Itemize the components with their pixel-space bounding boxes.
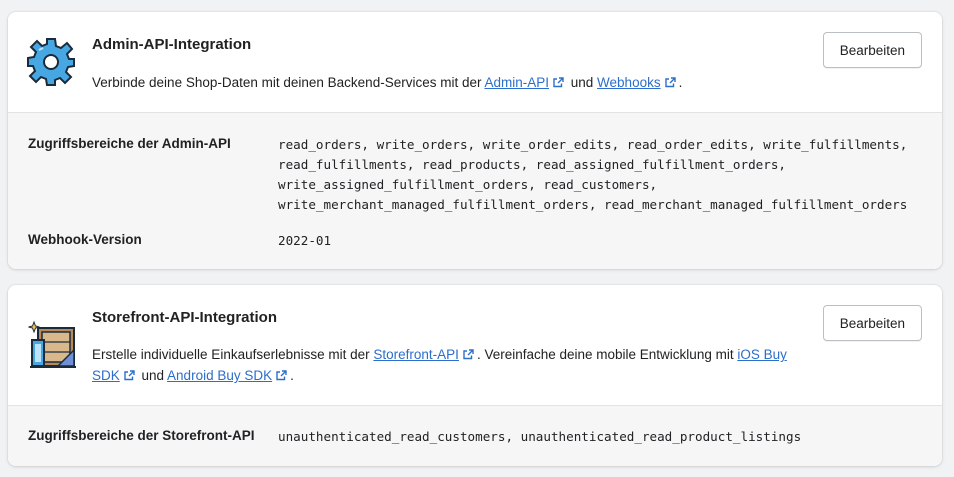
storefront-description-end: . — [290, 368, 294, 383]
webhook-version-text: 2022-01 — [278, 233, 332, 248]
storefront-description-text: Erstelle individuelle Einkaufserlebnisse… — [92, 347, 374, 362]
admin-api-scopes-value: read_orders, write_orders, write_order_e… — [278, 135, 928, 215]
admin-api-scopes-line: read_fulfillments, read_products, read_a… — [278, 157, 786, 172]
admin-api-description-middle: und — [567, 75, 598, 90]
storefront-description-and: und — [137, 368, 168, 383]
storefront-api-description: Erstelle individuelle Einkaufserlebnisse… — [92, 344, 792, 386]
admin-api-scopes-label: Zugriffsbereiche der Admin-API — [28, 136, 231, 151]
admin-api-link[interactable]: Admin-API — [484, 75, 549, 90]
storefront-api-scopes-value: unauthenticated_read_customers, unauthen… — [278, 427, 928, 447]
admin-api-scopes-line: read_orders, write_orders, write_order_e… — [278, 137, 908, 152]
storefront-api-link[interactable]: Storefront-API — [373, 347, 459, 362]
admin-api-card-header: Admin-API-Integration Verbinde deine Sho… — [8, 12, 942, 113]
webhook-version-value: 2022-01 — [278, 231, 928, 251]
storefront-api-edit-button[interactable]: Bearbeiten — [822, 305, 922, 341]
admin-api-title: Admin-API-Integration — [92, 36, 252, 53]
storefront-api-title: Storefront-API-Integration — [92, 309, 277, 326]
admin-api-scopes-line: write_merchant_managed_fulfillment_order… — [278, 197, 908, 212]
admin-api-card-body: Zugriffsbereiche der Admin-API read_orde… — [8, 113, 942, 269]
external-link-icon — [276, 366, 287, 381]
external-link-icon — [124, 366, 135, 381]
storefront-icon — [26, 320, 78, 370]
admin-api-card: Admin-API-Integration Verbinde deine Sho… — [8, 12, 942, 269]
android-buy-sdk-link[interactable]: Android Buy SDK — [167, 368, 272, 383]
gear-icon — [26, 37, 76, 87]
storefront-api-card-header: Storefront-API-Integration Erstelle indi… — [8, 285, 942, 406]
external-link-icon — [664, 73, 676, 88]
external-link-icon — [463, 345, 474, 360]
webhooks-link[interactable]: Webhooks — [597, 75, 661, 90]
admin-api-description-text: Verbinde deine Shop-Daten mit deinen Bac… — [92, 75, 485, 90]
storefront-api-card-body: Zugriffsbereiche der Storefront-API unau… — [8, 406, 942, 466]
external-link-icon — [553, 73, 564, 88]
storefront-api-scopes-text: unauthenticated_read_customers, unauthen… — [278, 429, 802, 444]
storefront-description-middle: . Vereinfache deine mobile Entwicklung m… — [476, 347, 738, 362]
storefront-api-card: Storefront-API-Integration Erstelle indi… — [8, 285, 942, 466]
page: Admin-API-Integration Verbinde deine Sho… — [0, 0, 954, 477]
webhook-version-label: Webhook-Version — [28, 232, 142, 247]
admin-api-description: Verbinde deine Shop-Daten mit deinen Bac… — [92, 72, 772, 93]
admin-api-scopes-line: write_assigned_fulfillment_orders, read_… — [278, 177, 658, 192]
admin-api-edit-button[interactable]: Bearbeiten — [822, 32, 922, 68]
admin-api-description-end: . — [678, 75, 683, 90]
storefront-api-scopes-label: Zugriffsbereiche der Storefront-API — [28, 428, 255, 443]
